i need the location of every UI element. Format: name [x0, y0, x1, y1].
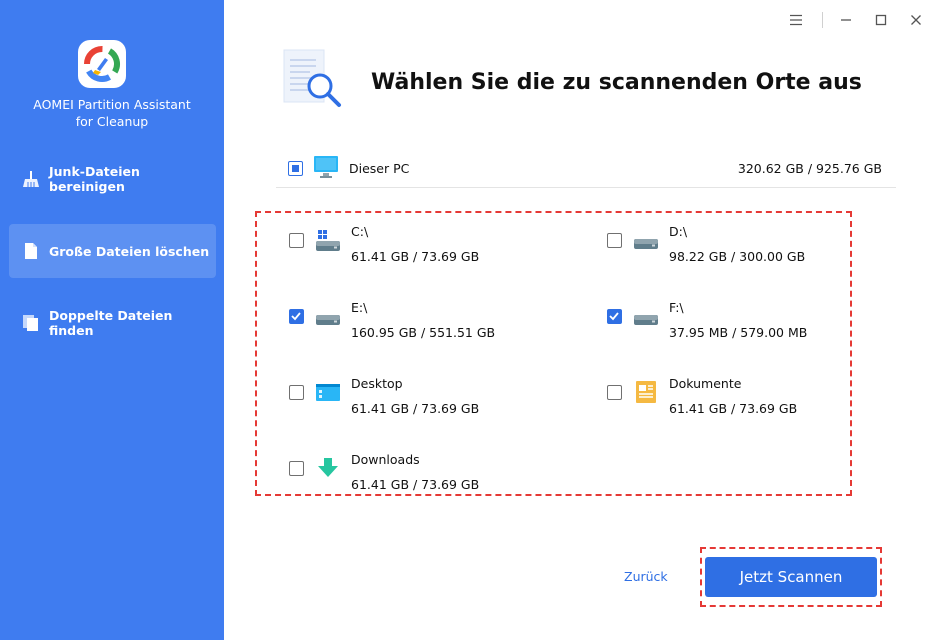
location-item-e[interactable]: E:\ 160.95 GB / 551.51 GB: [257, 295, 517, 355]
location-name: E:\: [351, 300, 368, 315]
pc-row: Dieser PC 320.62 GB / 925.76 GB: [276, 150, 896, 188]
pc-size: 320.62 GB / 925.76 GB: [737, 161, 882, 176]
location-checkbox[interactable]: [289, 385, 304, 400]
close-icon[interactable]: [905, 10, 927, 30]
back-link[interactable]: Zurück: [624, 569, 668, 584]
sidebar-item-junk-files[interactable]: Junk-Dateien bereinigen: [9, 152, 216, 206]
pc-name: Dieser PC: [349, 161, 410, 176]
location-checkbox[interactable]: [289, 233, 304, 248]
sidebar-item-label: Doppelte Dateien finden: [49, 308, 173, 338]
app-title-line2: for Cleanup: [75, 114, 149, 129]
drive-icon: [633, 227, 659, 253]
maximize-icon[interactable]: [870, 10, 892, 30]
drive-icon: [633, 303, 659, 329]
location-item-c[interactable]: C:\ 61.41 GB / 73.69 GB: [257, 219, 517, 279]
sidebar-item-label: Große Dateien löschen: [49, 243, 210, 259]
location-checkbox[interactable]: [607, 385, 622, 400]
location-item-d[interactable]: D:\ 98.22 GB / 300.00 GB: [575, 219, 835, 279]
location-size: 61.41 GB / 73.69 GB: [669, 401, 798, 416]
broom-icon: [21, 169, 41, 189]
app-title: AOMEI Partition Assistant for Cleanup: [0, 96, 224, 130]
location-name: Dokumente: [669, 376, 742, 391]
documents-icon: [633, 379, 659, 405]
location-size: 61.41 GB / 73.69 GB: [351, 249, 480, 264]
location-item-downloads[interactable]: Downloads 61.41 GB / 73.69 GB: [257, 447, 517, 507]
app-logo-icon: [78, 40, 126, 88]
locations-highlight-box: C:\ 61.41 GB / 73.69 GB D:\ 98.22 GB / 3…: [255, 211, 852, 496]
location-checkbox[interactable]: [607, 309, 622, 324]
location-name: F:\: [669, 300, 684, 315]
app-title-line1: AOMEI Partition Assistant: [33, 97, 191, 112]
location-checkbox[interactable]: [289, 309, 304, 324]
location-name: D:\: [669, 224, 688, 239]
location-size: 160.95 GB / 551.51 GB: [351, 325, 496, 340]
page-title: Wählen Sie die zu scannenden Orte aus: [371, 70, 862, 95]
menu-icon[interactable]: [785, 10, 807, 30]
scan-now-button[interactable]: Jetzt Scannen: [705, 557, 877, 597]
drive-icon: [315, 303, 341, 329]
duplicate-files-icon: [21, 313, 41, 333]
location-name: C:\: [351, 224, 369, 239]
location-item-f[interactable]: F:\ 37.95 MB / 579.00 MB: [575, 295, 835, 355]
large-file-icon: [21, 241, 41, 261]
location-size: 37.95 MB / 579.00 MB: [669, 325, 808, 340]
location-item-documents[interactable]: Dokumente 61.41 GB / 73.69 GB: [575, 371, 835, 431]
location-checkbox[interactable]: [607, 233, 622, 248]
scan-document-icon: [282, 48, 344, 114]
sidebar-item-large-files[interactable]: Große Dateien löschen: [9, 224, 216, 278]
window-controls-divider: [822, 12, 823, 28]
location-item-desktop[interactable]: Desktop 61.41 GB / 73.69 GB: [257, 371, 517, 431]
minimize-icon[interactable]: [835, 10, 857, 30]
sidebar-item-label: Junk-Dateien bereinigen: [49, 164, 140, 194]
location-name: Desktop: [351, 376, 403, 391]
windows-drive-icon: [315, 227, 341, 253]
location-checkbox[interactable]: [289, 461, 304, 476]
sidebar-item-duplicate-files[interactable]: Doppelte Dateien finden: [9, 296, 216, 350]
desktop-icon: [315, 379, 341, 405]
location-size: 98.22 GB / 300.00 GB: [669, 249, 806, 264]
location-name: Downloads: [351, 452, 420, 467]
location-size: 61.41 GB / 73.69 GB: [351, 401, 480, 416]
sidebar: AOMEI Partition Assistant for Cleanup Ju…: [0, 0, 224, 640]
pc-checkbox[interactable]: [288, 161, 303, 176]
location-size: 61.41 GB / 73.69 GB: [351, 477, 480, 492]
computer-icon: [313, 155, 339, 183]
downloads-icon: [315, 455, 341, 481]
